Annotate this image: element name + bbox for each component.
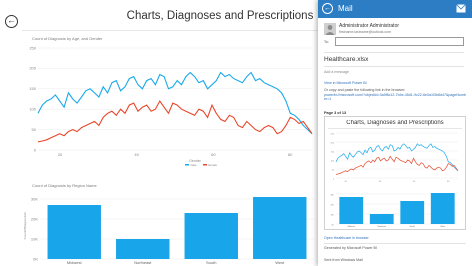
preview-line-chart: 0 50 100 150 200 250 20 40 60 80 [331, 132, 459, 183]
y-tick-label: 200 [331, 142, 335, 144]
legend-swatch [185, 164, 189, 166]
bar-south [184, 213, 238, 259]
y-tick-label: 150 [331, 151, 335, 153]
legend-label: female [208, 163, 217, 167]
arrow-left-icon: ← [7, 15, 16, 25]
preview-divider [328, 128, 462, 129]
x-tick-label: 20 [345, 181, 348, 183]
series-line-male [335, 143, 459, 172]
preview-bar-chart: 0K 10K 20K 30K Midwest Northeast South West [330, 193, 458, 228]
report-url-link[interactable]: powerbi://microsoft.com/?objectId=3a9f8c… [324, 93, 466, 107]
y-tick-label: 50 [32, 127, 37, 132]
view-in-powerbi-link[interactable]: View in Microsoft Power BI [324, 81, 367, 85]
sender-address: firstname.lastname@outlook.com [339, 30, 391, 34]
copy-link-hint: Or copy and paste the following link in … [324, 88, 406, 92]
subject-separator [324, 66, 464, 67]
legend-swatch [203, 164, 207, 166]
mail-back-button[interactable]: ← [322, 3, 333, 14]
bar-west [430, 193, 455, 224]
y-tick-label: 50 [332, 169, 335, 171]
avatar-icon [324, 23, 336, 35]
to-field[interactable] [335, 37, 464, 46]
page-title: Charts, Diagnoses and Prescriptions [126, 10, 314, 22]
y-tick-label: 150 [29, 86, 36, 91]
x-tick-label: 40 [379, 181, 382, 183]
series-line-female [37, 99, 313, 143]
footer-separator [324, 243, 466, 244]
x-tick-label: 60 [413, 181, 416, 183]
y-axis-label: CountOfDiagnosisId [23, 212, 27, 239]
title-divider [22, 30, 318, 31]
mail-share-panel: ← Mail Administrator Administrator first… [318, 0, 472, 266]
line-chart-title: Count of Diagnosis by Age, and Gender [32, 36, 103, 41]
category-label: South [410, 225, 415, 228]
bar-chart: 0K 10K 20K 30K CountOfDiagnosisId Midwest Nort… [23, 196, 314, 265]
series-line-female [335, 155, 459, 175]
y-tick-label: 0 [34, 147, 37, 152]
sent-from-note: Sent from Windows Mail [324, 258, 363, 262]
sender-name: Administrator Administrator [339, 23, 400, 29]
y-tick-label: 20K [330, 204, 334, 206]
y-tick-label: 30K [31, 196, 38, 201]
y-tick-label: 30K [330, 194, 334, 196]
bar-northeast [116, 239, 170, 259]
bar-west [253, 197, 307, 259]
x-tick-label: 60 [211, 152, 216, 157]
y-tick-label: 0K [33, 256, 38, 261]
category-label: West [275, 260, 285, 265]
y-tick-label: 20K [31, 216, 38, 221]
bar-midwest [339, 197, 364, 224]
line-chart: 05010015020025020 40 60 80Gendermale female [29, 45, 313, 167]
y-tick-label: 100 [331, 160, 335, 162]
y-tick-label: 250 [29, 45, 36, 50]
category-label: Midwest [67, 260, 83, 265]
bar-northeast [369, 214, 394, 224]
series-line-male [37, 71, 313, 135]
category-label: Northeast [377, 225, 386, 228]
mail-header-title: Mail [338, 4, 353, 13]
subject-field[interactable]: Healthcare.xlsx [324, 56, 464, 63]
preview-title: Charts, Diagnoses and Prescriptions [346, 120, 444, 126]
x-tick-label: 80 [447, 181, 450, 183]
mail-header: ← Mail [318, 0, 472, 18]
legend-label: male [190, 163, 197, 167]
back-button[interactable]: ← [5, 15, 18, 28]
report-preview: Charts, Diagnoses and Prescriptions 0 50 1… [324, 116, 466, 230]
category-label: Northeast [134, 260, 152, 265]
x-tick-label: 40 [134, 152, 139, 157]
y-tick-label: 10K [330, 214, 334, 216]
y-tick-label: 0K [332, 224, 335, 226]
category-label: South [206, 260, 216, 265]
x-tick-label: 80 [288, 152, 293, 157]
message-field[interactable]: Add a message [324, 70, 349, 74]
category-label: Midwest [348, 225, 356, 228]
bar-chart-title: Count of Diagnosis by Region Name [32, 183, 97, 188]
y-tick-label: 250 [331, 133, 335, 135]
y-tick-label: 200 [29, 66, 36, 71]
category-label: West [440, 225, 445, 228]
arrow-left-icon: ← [324, 5, 331, 12]
envelope-icon[interactable] [456, 4, 466, 13]
open-in-browser-link[interactable]: Open Healthcare in browser [324, 236, 369, 240]
y-tick-label: 10K [31, 236, 38, 241]
to-label: To: [324, 40, 329, 44]
header-separator [324, 52, 464, 53]
generated-by-note: Generated by Microsoft Power BI [324, 246, 377, 250]
bar-south [400, 201, 425, 224]
y-tick-label: 0 [333, 178, 335, 180]
y-tick-label: 100 [29, 107, 36, 112]
bar-midwest [47, 205, 101, 259]
page-indicator: Page 3 of 13 [324, 111, 347, 115]
x-tick-label: 20 [58, 152, 63, 157]
